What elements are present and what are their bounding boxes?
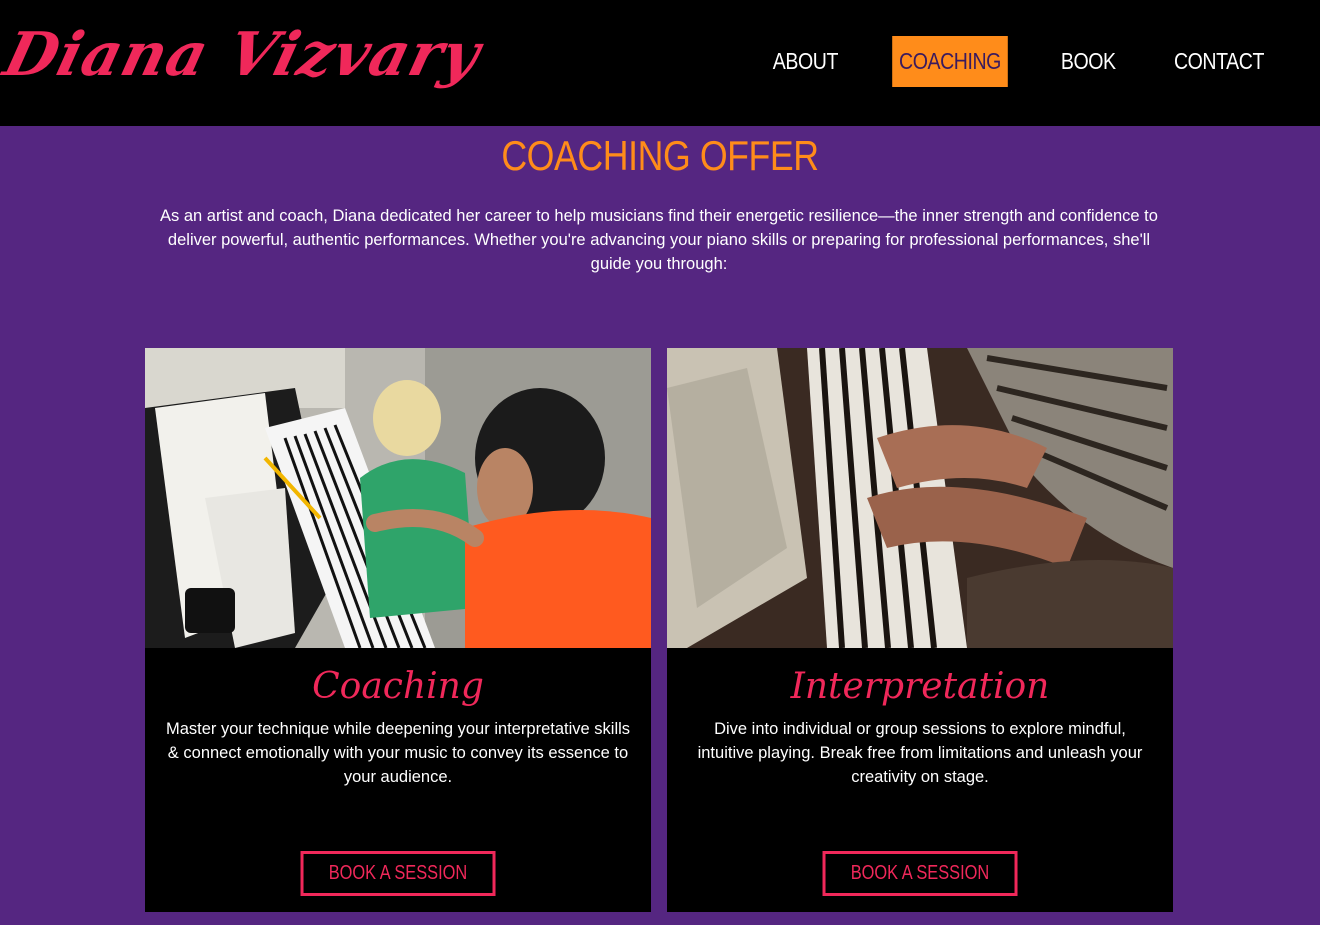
- nav-book[interactable]: BOOK: [1054, 36, 1122, 87]
- site-logo[interactable]: Diana Vizvary: [0, 20, 487, 90]
- coaching-book-session-button[interactable]: BOOK A SESSION: [300, 851, 496, 896]
- nav-about[interactable]: ABOUT: [766, 36, 845, 87]
- coaching-heading: Coaching: [312, 666, 484, 707]
- button-label: BOOK A SESSION: [328, 862, 468, 884]
- coaching-photo: [145, 348, 651, 648]
- main-nav: ABOUT COACHING BOOK CONTACT: [759, 36, 1280, 87]
- intro-text: As an artist and coach, Diana dedicated …: [160, 207, 1158, 273]
- interpretation-heading: Interpretation: [790, 666, 1050, 707]
- nav-coaching[interactable]: COACHING: [891, 36, 1008, 87]
- page-title: COACHING OFFER: [501, 132, 819, 179]
- site-header: Diana Vizvary ABOUT COACHING BOOK CONTAC…: [0, 0, 1320, 126]
- interpretation-description: Dive into individual or group sessions t…: [697, 720, 1143, 786]
- coaching-card: Coaching Master your technique while dee…: [145, 348, 651, 912]
- nav-contact[interactable]: CONTACT: [1167, 36, 1271, 87]
- interpretation-card: Interpretation Dive into individual or g…: [667, 348, 1173, 912]
- button-label: BOOK A SESSION: [850, 862, 990, 884]
- interpretation-photo: [667, 348, 1173, 648]
- interpretation-book-session-button[interactable]: BOOK A SESSION: [822, 851, 1018, 896]
- coaching-description: Master your technique while deepening yo…: [165, 720, 631, 786]
